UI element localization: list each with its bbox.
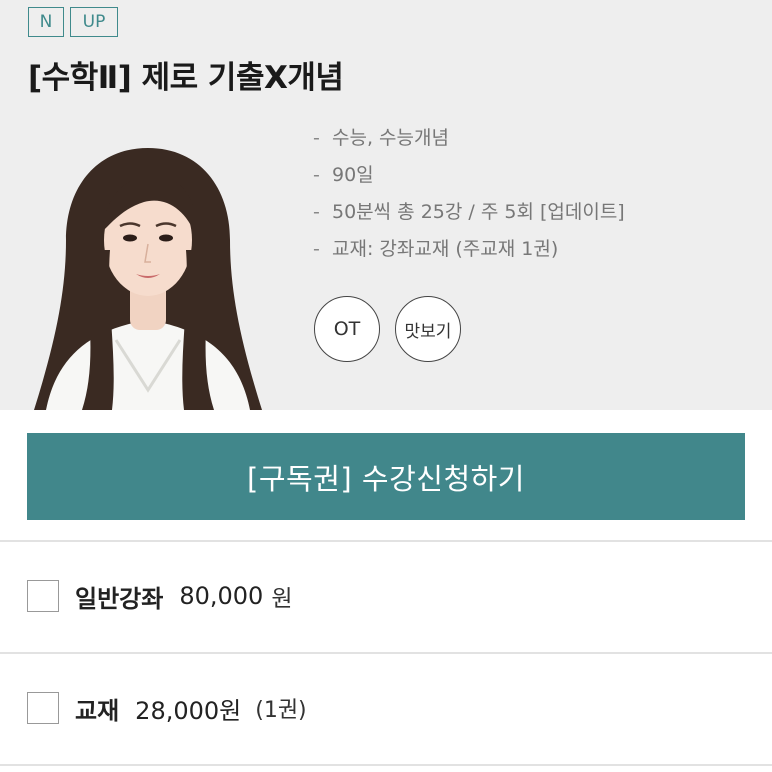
- option-price: 80,000: [179, 582, 264, 610]
- option-name: 일반강좌: [75, 584, 164, 613]
- info-item-textbook: - 교재: 강좌교재 (주교재 1권): [313, 238, 559, 260]
- ot-button[interactable]: OT: [314, 296, 380, 362]
- new-badge: N: [28, 7, 64, 37]
- option-price: 28,000원: [135, 696, 242, 725]
- option-quantity: (1권): [255, 698, 307, 723]
- course-info-list: - 수능, 수능개념 -90일 -50분씩 총 25강 / 주 5회 [업데이트]…: [313, 120, 625, 268]
- badge-group: N UP: [28, 7, 118, 37]
- checkbox[interactable]: [27, 692, 59, 724]
- subscribe-enroll-button[interactable]: [구독권] 수강신청하기: [27, 433, 745, 520]
- divider: [0, 652, 772, 654]
- info-item-category: - 수능, 수능개념: [313, 127, 449, 149]
- option-name: 교재: [75, 696, 120, 725]
- instructor-photo: [34, 148, 262, 410]
- preview-button[interactable]: 맛보기: [395, 296, 461, 362]
- option-textbook[interactable]: 교재 28,000원 (1권): [27, 688, 307, 728]
- divider: [0, 540, 772, 542]
- option-general-course[interactable]: 일반강좌 80,000 원: [27, 576, 292, 616]
- update-badge: UP: [70, 7, 118, 37]
- divider: [0, 764, 772, 766]
- info-item-period: -90일: [313, 164, 374, 186]
- course-header: N UP [수학Ⅱ] 제로 기출X개념 - 수능, 수능개념 -90일 -50분씩…: [0, 0, 772, 410]
- option-unit: 원: [271, 586, 293, 612]
- course-title: [수학Ⅱ] 제로 기출X개념: [28, 60, 344, 96]
- info-item-schedule: -50분씩 총 25강 / 주 5회 [업데이트]: [313, 201, 625, 223]
- checkbox[interactable]: [27, 580, 59, 612]
